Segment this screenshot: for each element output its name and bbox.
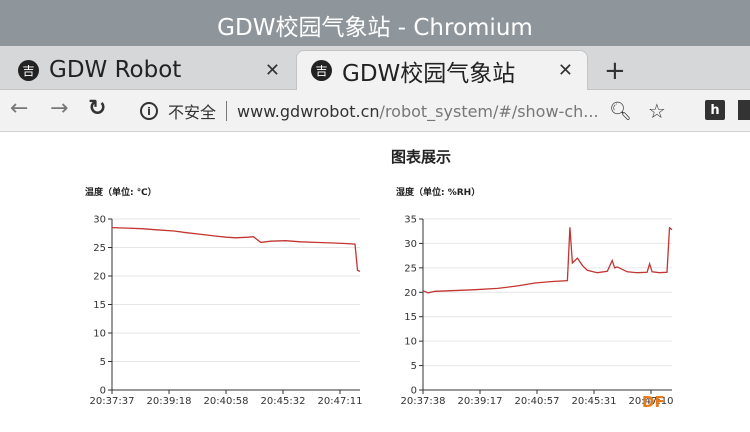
series-line [422,226,673,294]
x-tick-label: 20:45:31 [572,396,617,407]
x-tick-label: 20:37:37 [90,396,135,407]
x-tick-label: 20:39:17 [458,396,503,407]
y-tick-label: 0 [100,386,106,397]
y-tick-label: 15 [93,300,106,311]
y-tick-label: 5 [100,357,106,368]
y-tick-label: 20 [404,288,417,299]
y-tick-label: 15 [404,312,417,323]
x-tick-label: 20:37:38 [401,396,446,407]
x-tick-label: 20:45:32 [261,396,306,407]
y-tick-label: 20 [93,272,106,283]
y-tick-label: 30 [404,239,417,250]
y-tick-label: 0 [411,386,417,397]
x-tick-label: 20:47:11 [318,396,363,407]
x-tick-label: 20:40:58 [204,396,249,407]
y-tick-label: 25 [404,263,417,274]
x-tick-label: 20:39:18 [147,396,192,407]
series-line [111,226,361,272]
y-tick-label: 10 [404,337,417,348]
watermark-logo: DF [642,393,665,411]
y-tick-label: 10 [93,329,106,340]
y-tick-label: 5 [411,361,417,372]
y-tick-label: 30 [93,215,106,226]
y-tick-label: 35 [404,215,417,226]
charts-canvas: 0 5 10 15 20 25 30 20:37:37 20:39:18 20:40:58 20:4… [90,215,674,408]
y-tick-label: 25 [93,243,106,254]
x-tick-label: 20:40:57 [515,396,560,407]
